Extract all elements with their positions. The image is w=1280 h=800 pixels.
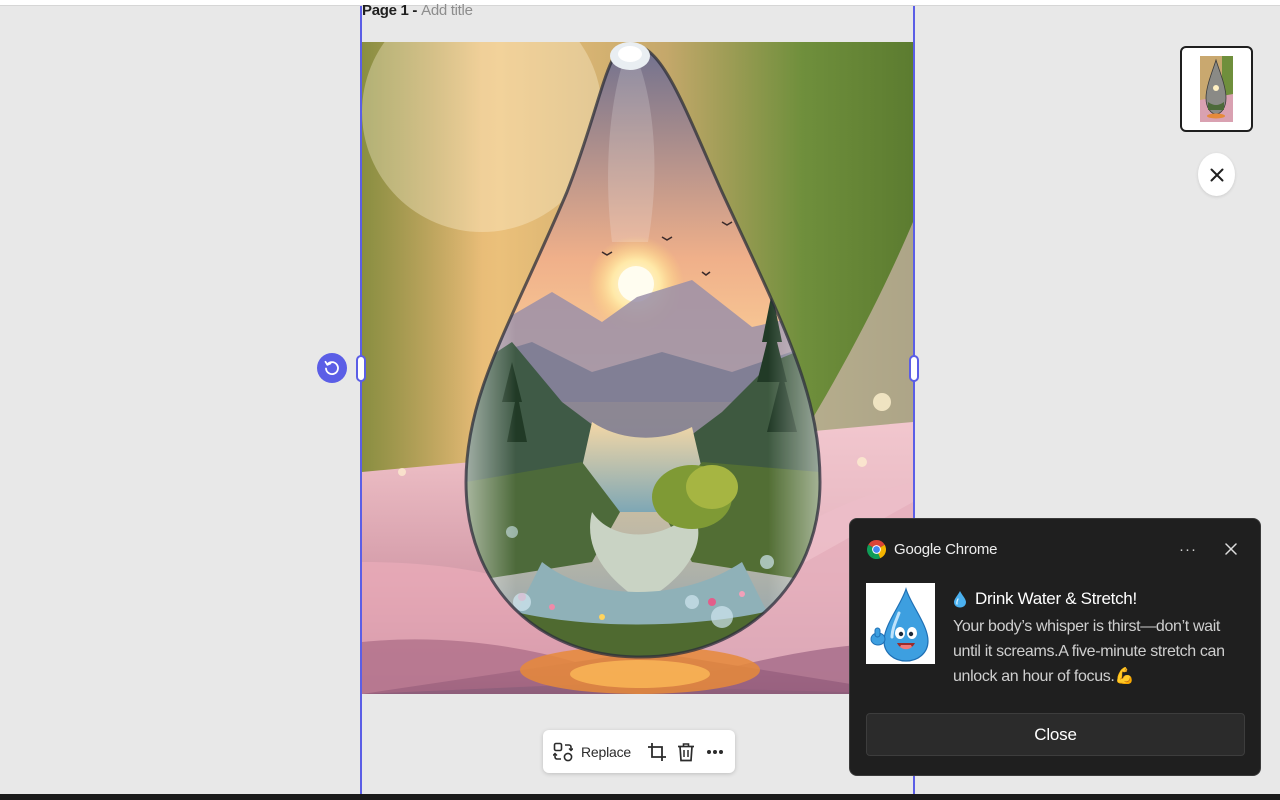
resize-handle-right[interactable] (909, 355, 919, 382)
notification-image (866, 583, 935, 664)
more-icon (707, 749, 724, 754)
water-drop-artwork (362, 42, 913, 694)
notification-title: Drink Water & Stretch! (953, 589, 1137, 609)
crop-icon (647, 742, 666, 761)
page-number-label: Page 1 - (362, 2, 418, 19)
water-drop-mascot-icon (866, 583, 935, 664)
more-options-button[interactable] (704, 736, 727, 768)
notification-header: Google Chrome (867, 538, 997, 560)
close-panel-button[interactable] (1198, 153, 1235, 196)
notification-close-button[interactable] (1219, 537, 1243, 561)
notification-body: Your body’s whisper is thirst—don’t wait… (953, 618, 1225, 685)
taskbar-edge (0, 794, 1280, 800)
water-drop-icon (953, 590, 967, 608)
selected-image[interactable] (362, 42, 913, 694)
notification-close-action-button[interactable]: Close (866, 713, 1245, 756)
chrome-logo-icon (867, 539, 886, 559)
page-title: Page 1 - Add title (362, 1, 473, 21)
close-icon (1225, 543, 1237, 555)
rotate-icon (324, 360, 339, 375)
page-thumbnail-image (1200, 56, 1233, 122)
trash-icon (677, 742, 694, 761)
selection-border-left (360, 6, 362, 794)
resize-handle-left[interactable] (356, 355, 366, 382)
notification-more-button[interactable]: ··· (1176, 537, 1200, 561)
chrome-notification: Google Chrome ··· Drink Water & Stretch!… (849, 518, 1261, 776)
replace-label: Replace (581, 743, 631, 760)
notification-app-name: Google Chrome (894, 540, 998, 558)
notification-title-text: Drink Water & Stretch! (975, 589, 1137, 608)
delete-button[interactable] (674, 736, 697, 768)
replace-icon (553, 742, 573, 761)
add-title-placeholder[interactable]: Add title (421, 2, 473, 19)
top-bar (0, 0, 1280, 6)
replace-button[interactable]: Replace (553, 736, 631, 768)
crop-button[interactable] (645, 736, 668, 768)
image-toolbar: Replace (543, 730, 735, 773)
rotate-button[interactable] (317, 353, 347, 383)
page-thumbnail[interactable] (1180, 46, 1253, 132)
close-icon (1210, 168, 1223, 181)
